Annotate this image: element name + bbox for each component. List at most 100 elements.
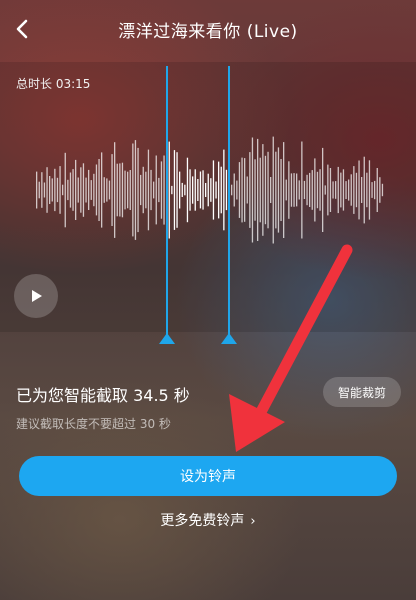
top-bar: 漂洋过海来看你 (Live) — [0, 0, 416, 58]
selection-end-line — [228, 66, 230, 340]
waveform-bar — [108, 180, 111, 200]
waveform-bar — [119, 163, 121, 217]
waveform-bar — [363, 156, 365, 224]
selection-end-handle[interactable] — [221, 333, 237, 344]
waveform-bar — [220, 166, 222, 214]
waveform-bar — [246, 176, 248, 204]
waveform-bar — [64, 152, 66, 228]
waveform-bar — [366, 172, 368, 208]
waveform-bar — [296, 173, 298, 207]
waveform-bar — [298, 180, 300, 200]
waveform-bar — [153, 181, 155, 199]
waveform-bar — [236, 180, 238, 200]
total-duration: 总时长 03:15 — [16, 77, 91, 91]
waveform-bar — [140, 174, 142, 206]
waveform-bar — [168, 141, 170, 239]
selection-start-line — [166, 66, 168, 340]
waveform-bar — [199, 171, 202, 209]
waveform-bar — [49, 176, 51, 204]
waveform-bar — [254, 159, 256, 221]
waveform-bar — [301, 141, 303, 239]
waveform-bar — [192, 176, 194, 204]
waveform-bar — [134, 140, 137, 240]
waveform-bar — [259, 157, 261, 223]
waveform-bar — [158, 177, 160, 203]
waveform-bar — [350, 174, 352, 206]
waveform-bar — [103, 177, 105, 203]
waveform-bar — [345, 181, 347, 199]
set-ringtone-button[interactable]: 设为铃声 — [19, 456, 397, 496]
waveform-bar — [376, 168, 378, 212]
waveform-bar — [62, 184, 64, 196]
waveform-bar — [285, 179, 287, 201]
waveform-bar — [142, 166, 144, 214]
waveform-bar — [205, 183, 207, 197]
clip-length-info: 已为您智能截取 34.5 秒 — [16, 386, 190, 405]
waveform-bar — [311, 170, 313, 210]
waveform-bar — [324, 185, 326, 195]
play-button[interactable] — [14, 274, 58, 318]
waveform-bar — [270, 177, 272, 203]
smart-trim-button[interactable]: 智能裁剪 — [323, 377, 401, 407]
waveform-bar — [179, 171, 181, 209]
waveform-bar — [155, 155, 157, 225]
waveform-bar — [316, 171, 319, 209]
waveform-bar — [43, 182, 46, 198]
waveform-bar — [69, 172, 72, 208]
waveform-bar — [202, 170, 204, 210]
waveform-bar — [332, 181, 334, 199]
waveform-bar — [41, 172, 43, 208]
waveform-bar — [171, 185, 173, 195]
waveform-bar — [244, 158, 246, 222]
waveform-bar — [358, 160, 360, 220]
waveform-bar — [337, 166, 339, 214]
waveform-bar — [38, 181, 40, 199]
waveform-bar — [283, 142, 285, 238]
waveform-bar — [116, 163, 118, 217]
waveform-bar — [290, 173, 293, 207]
waveform-bar — [75, 159, 77, 220]
waveform-bar — [309, 172, 311, 207]
waveform-bar — [212, 160, 215, 220]
waveform-bar — [348, 179, 350, 201]
waveform-bar — [381, 183, 384, 197]
more-free-ringtones-link[interactable]: 更多免费铃声 › — [0, 510, 416, 530]
waveform-bar — [186, 157, 189, 223]
waveform-bar — [231, 184, 233, 196]
waveform-bar — [223, 149, 225, 231]
waveform-bar — [95, 164, 98, 216]
waveform-bar — [293, 173, 295, 207]
waveform-bar — [277, 147, 280, 233]
waveform-bar — [98, 159, 100, 221]
waveform-bar — [233, 173, 235, 207]
waveform-bar — [207, 173, 209, 207]
waveform-bar — [189, 169, 191, 211]
waveform-bar — [184, 184, 186, 196]
waveform-bar — [77, 177, 79, 203]
waveform-bar — [340, 172, 342, 208]
waveform-bar — [319, 169, 321, 211]
waveform-bar — [90, 180, 92, 200]
waveform-bar — [288, 161, 290, 219]
clip-length-hint: 建议截取长度不要超过 30 秒 — [16, 417, 171, 431]
back-button[interactable] — [6, 12, 40, 46]
waveform-bar — [163, 155, 165, 225]
waveform-bar — [114, 142, 116, 238]
waveform-bar — [238, 162, 241, 218]
waveform-bar — [371, 182, 373, 198]
waveform-bar — [303, 180, 306, 199]
waveform-bar — [314, 158, 316, 222]
waveform-bar — [106, 178, 108, 202]
waveform-bar — [56, 177, 59, 203]
waveform-bar — [36, 171, 38, 209]
selection-start-handle[interactable] — [159, 333, 175, 344]
audio-waveform[interactable] — [0, 110, 416, 270]
waveform-bar — [225, 169, 228, 211]
waveform-bar — [124, 170, 126, 210]
waveform-bar — [368, 160, 371, 220]
waveform-bar — [257, 138, 259, 241]
waveform-bar — [275, 151, 277, 229]
waveform-bar — [85, 177, 87, 203]
waveform-bar — [215, 181, 217, 199]
waveform-bar — [150, 169, 152, 211]
